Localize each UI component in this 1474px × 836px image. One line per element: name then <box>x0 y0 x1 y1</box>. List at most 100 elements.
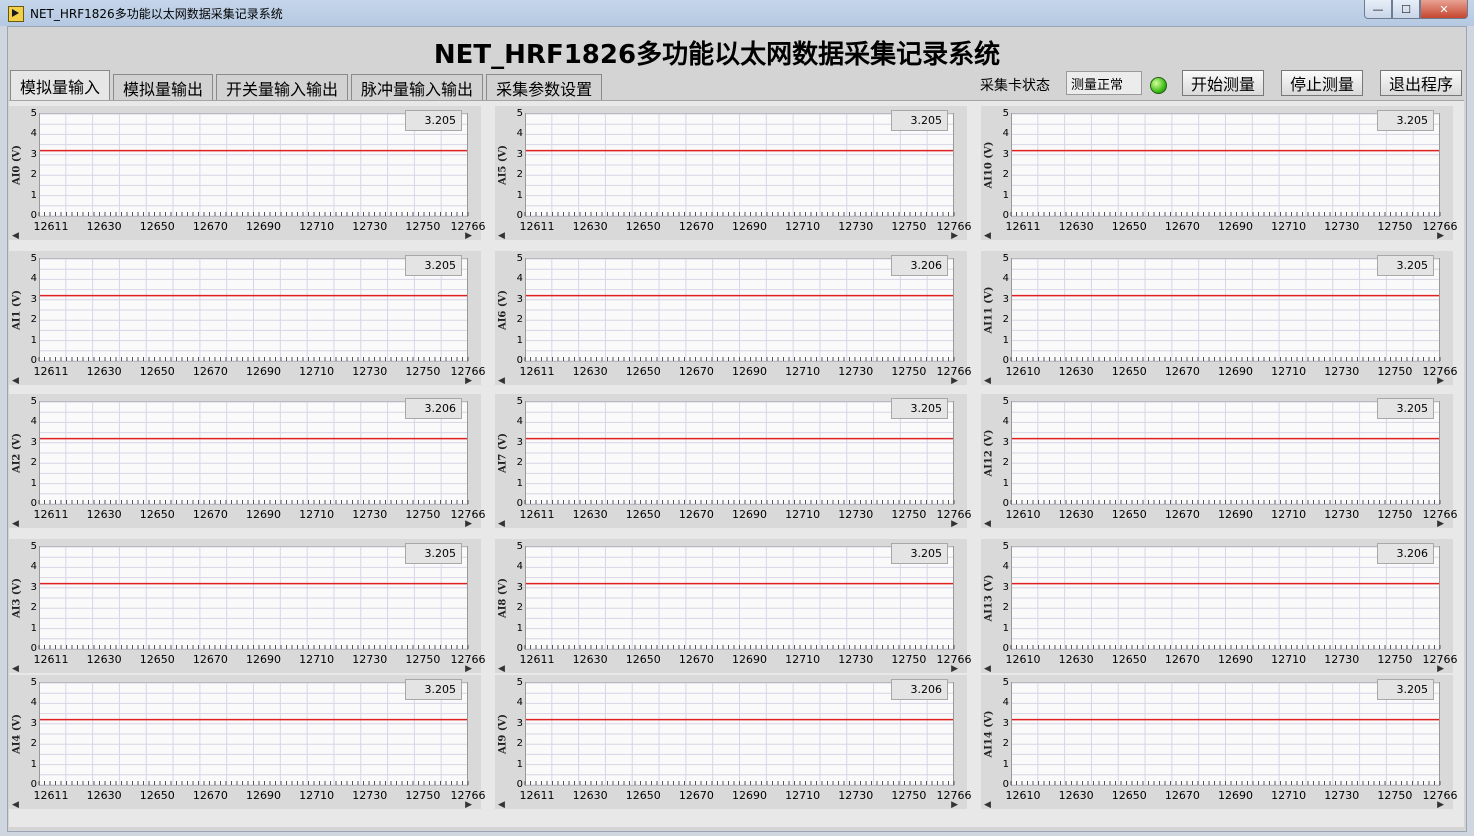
exit-program-button[interactable]: 退出程序 <box>1380 70 1462 96</box>
tab-digital-io[interactable]: 开关量输入输出 <box>216 74 349 101</box>
scroll-left-icon[interactable]: ◀ <box>12 376 19 386</box>
scroll-left-icon[interactable]: ◀ <box>498 376 505 386</box>
y-axis-label: AI4 (V) <box>11 713 23 755</box>
value-readout: 3.205 <box>405 543 462 564</box>
y-tick-label: 4 <box>516 697 523 709</box>
x-tick-label: 12650 <box>625 220 661 233</box>
x-tick-label: 12730 <box>1324 653 1360 666</box>
scroll-left-icon[interactable]: ◀ <box>984 664 991 674</box>
x-tick-label: 12750 <box>891 508 927 521</box>
scroll-right-icon[interactable]: ▶ <box>951 231 958 241</box>
value-readout: 3.205 <box>891 110 948 131</box>
y-tick-label: 5 <box>1002 677 1009 688</box>
y-tick-label: 2 <box>516 314 523 326</box>
x-tick-label: 12710 <box>785 653 821 666</box>
start-measure-button[interactable]: 开始测量 <box>1182 70 1264 96</box>
x-scrollbar[interactable]: ◀ ▶ <box>984 376 1444 386</box>
stop-measure-button[interactable]: 停止测量 <box>1281 70 1363 96</box>
y-tick-label: 5 <box>516 541 523 552</box>
scroll-left-icon[interactable]: ◀ <box>984 376 991 386</box>
y-tick-label: 2 <box>1002 738 1009 750</box>
window-title: NET_HRF1826多功能以太网数据采集记录系统 <box>30 7 283 21</box>
tab-analog-output[interactable]: 模拟量输出 <box>113 74 214 101</box>
close-button[interactable]: ✕ <box>1420 0 1468 19</box>
scroll-right-icon[interactable]: ▶ <box>465 376 472 386</box>
x-scrollbar[interactable]: ◀ ▶ <box>12 519 472 529</box>
y-tick-label: 3 <box>516 436 523 448</box>
x-scrollbar[interactable]: ◀ ▶ <box>984 664 1444 674</box>
scroll-left-icon[interactable]: ◀ <box>498 519 505 529</box>
scroll-left-icon[interactable]: ◀ <box>12 800 19 810</box>
value-readout: 3.205 <box>405 679 462 700</box>
scroll-right-icon[interactable]: ▶ <box>465 519 472 529</box>
scroll-left-icon[interactable]: ◀ <box>12 664 19 674</box>
maximize-button[interactable]: ☐ <box>1392 0 1420 19</box>
scroll-left-icon[interactable]: ◀ <box>498 231 505 241</box>
scroll-right-icon[interactable]: ▶ <box>951 800 958 810</box>
y-axis-label: AI12 (V) <box>983 429 995 477</box>
scroll-right-icon[interactable]: ▶ <box>1437 231 1444 241</box>
x-scrollbar[interactable]: ◀ ▶ <box>498 376 958 386</box>
x-scrollbar[interactable]: ◀ ▶ <box>12 664 472 674</box>
x-tick-label: 12630 <box>572 365 608 378</box>
x-tick-label: 12630 <box>86 508 122 521</box>
scroll-left-icon[interactable]: ◀ <box>12 231 19 241</box>
y-tick-label: 3 <box>30 581 37 593</box>
x-tick-label: 12710 <box>785 365 821 378</box>
x-tick-label: 12670 <box>192 365 228 378</box>
x-tick-label: 12750 <box>405 653 441 666</box>
scroll-right-icon[interactable]: ▶ <box>465 231 472 241</box>
minimize-button[interactable]: — <box>1364 0 1392 19</box>
scroll-right-icon[interactable]: ▶ <box>951 664 958 674</box>
x-scrollbar[interactable]: ◀ ▶ <box>984 519 1444 529</box>
x-scrollbar[interactable]: ◀ ▶ <box>498 664 958 674</box>
tab-analog-input[interactable]: 模拟量输入 <box>10 70 111 101</box>
x-scrollbar[interactable]: ◀ ▶ <box>498 231 958 241</box>
x-tick-label: 12611 <box>33 508 69 521</box>
scroll-right-icon[interactable]: ▶ <box>465 664 472 674</box>
x-tick-label: 12610 <box>1005 789 1041 802</box>
x-tick-label: 12630 <box>572 653 608 666</box>
scroll-left-icon[interactable]: ◀ <box>12 519 19 529</box>
scroll-right-icon[interactable]: ▶ <box>951 376 958 386</box>
y-tick-label: 2 <box>30 738 37 750</box>
scroll-right-icon[interactable]: ▶ <box>1437 376 1444 386</box>
y-tick-label: 2 <box>1002 457 1009 469</box>
scroll-right-icon[interactable]: ▶ <box>465 800 472 810</box>
scroll-left-icon[interactable]: ◀ <box>984 800 991 810</box>
scroll-right-icon[interactable]: ▶ <box>1437 664 1444 674</box>
tab-acquisition-settings[interactable]: 采集参数设置 <box>486 74 603 101</box>
x-scrollbar[interactable]: ◀ ▶ <box>498 519 958 529</box>
y-tick-label: 3 <box>516 148 523 160</box>
y-tick-label: 5 <box>516 253 523 264</box>
x-scrollbar[interactable]: ◀ ▶ <box>12 800 472 810</box>
scroll-right-icon[interactable]: ▶ <box>951 519 958 529</box>
scroll-left-icon[interactable]: ◀ <box>984 231 991 241</box>
x-scrollbar[interactable]: ◀ ▶ <box>984 800 1444 810</box>
scroll-left-icon[interactable]: ◀ <box>984 519 991 529</box>
x-scrollbar[interactable]: ◀ ▶ <box>498 800 958 810</box>
x-scrollbar[interactable]: ◀ ▶ <box>12 231 472 241</box>
y-axis-label: AI11 (V) <box>983 286 995 334</box>
y-tick-label: 2 <box>30 602 37 614</box>
chart-ai4: 0 1 2 3 4 5 12611 12630 12650 12670 12690 12710 1273… <box>9 675 486 810</box>
value-readout: 3.205 <box>405 255 462 276</box>
scroll-right-icon[interactable]: ▶ <box>1437 800 1444 810</box>
y-tick-label: 2 <box>516 602 523 614</box>
x-scrollbar[interactable]: ◀ ▶ <box>984 231 1444 241</box>
scroll-left-icon[interactable]: ◀ <box>498 800 505 810</box>
y-tick-label: 3 <box>30 293 37 305</box>
x-tick-label: 12650 <box>1111 365 1147 378</box>
tab-pulse-io[interactable]: 脉冲量输入输出 <box>351 74 484 101</box>
scroll-right-icon[interactable]: ▶ <box>1437 519 1444 529</box>
y-tick-label: 3 <box>30 436 37 448</box>
page-title: NET_HRF1826多功能以太网数据采集记录系统 <box>433 40 1001 70</box>
x-tick-label: 12610 <box>1005 508 1041 521</box>
y-axis-label: AI5 (V) <box>497 144 509 186</box>
y-axis-label: AI0 (V) <box>11 144 23 186</box>
scroll-left-icon[interactable]: ◀ <box>498 664 505 674</box>
value-readout: 3.205 <box>405 110 462 131</box>
x-scrollbar[interactable]: ◀ ▶ <box>12 376 472 386</box>
chart-ai0: 0 1 2 3 4 5 12611 12630 12650 12670 12690 12710 1273… <box>9 106 486 241</box>
x-tick-label: 12690 <box>732 220 767 233</box>
